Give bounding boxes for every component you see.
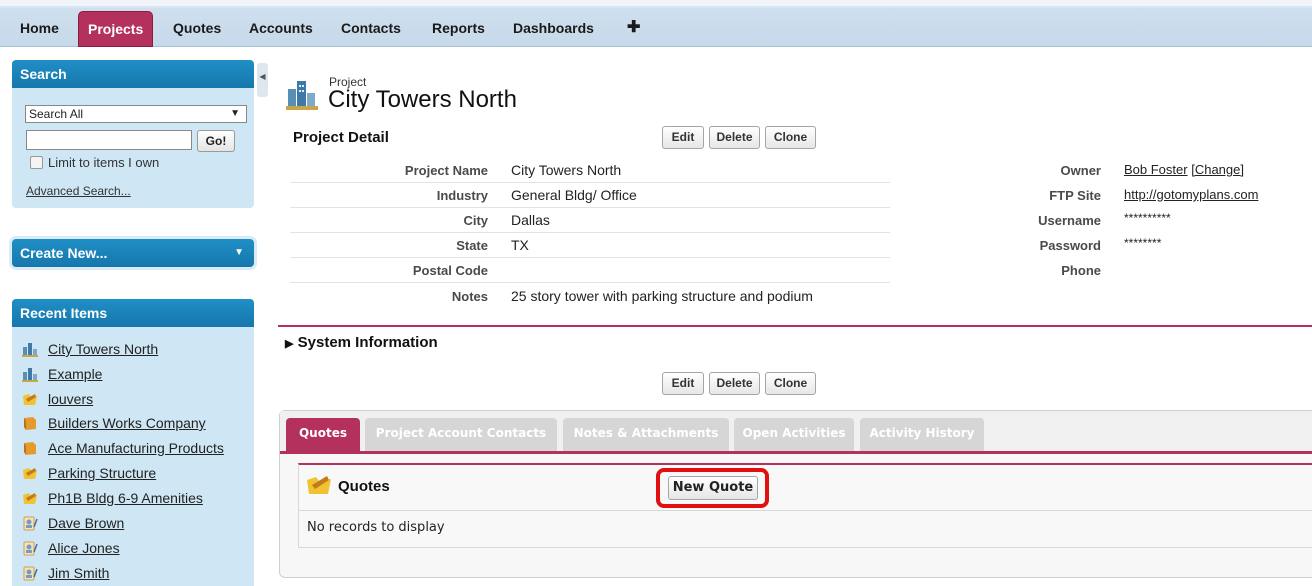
field-label: Industry — [436, 188, 488, 203]
notes-value: 25 story tower with parking structure an… — [511, 288, 813, 304]
quotes-list-title: Quotes — [338, 478, 390, 495]
quote-icon — [23, 468, 37, 479]
field-label: Postal Code — [412, 263, 488, 278]
project-icon — [22, 368, 38, 382]
field-label: Username — [1038, 213, 1101, 228]
limit-checkbox[interactable] — [30, 156, 43, 169]
contact-icon — [23, 541, 38, 556]
top-nav: Home Projects Quotes Accounts Contacts R… — [0, 0, 1312, 47]
recent-item-label: louvers — [48, 391, 94, 407]
recent-item-label: Alice Jones — [48, 540, 120, 556]
tab-activity-history[interactable]: Activity History — [860, 418, 984, 451]
tab-reports[interactable]: Reports — [424, 12, 493, 44]
search-scope-select[interactable]: Search All ▼ — [25, 105, 247, 123]
edit-button[interactable]: Edit — [662, 126, 704, 149]
quote-icon — [307, 476, 331, 494]
contact-icon — [23, 566, 38, 581]
field-divider — [290, 207, 890, 208]
tab-quotes-related[interactable]: Quotes — [286, 418, 360, 451]
recent-items-header: Recent Items — [12, 299, 254, 327]
field-label: FTP Site — [1049, 188, 1101, 203]
go-button[interactable]: Go! — [197, 130, 235, 152]
project-name-value: City Towers North — [511, 162, 622, 178]
chevron-down-icon: ▼ — [234, 247, 244, 258]
field-label: Password — [1039, 238, 1101, 253]
tab-dashboards[interactable]: Dashboards — [505, 12, 602, 44]
contact-icon — [23, 516, 38, 531]
highlight-box — [656, 468, 769, 508]
system-information-toggle[interactable]: ▶ System Information — [285, 334, 438, 351]
section-divider — [278, 325, 1312, 327]
owner-link[interactable]: Bob Foster — [1124, 162, 1188, 177]
state-value: TX — [511, 237, 529, 253]
empty-list-message: No records to display — [307, 520, 445, 535]
clone-button[interactable]: Clone — [765, 372, 816, 395]
project-icon — [22, 343, 38, 357]
tab-accounts[interactable]: Accounts — [241, 12, 321, 44]
page-title: City Towers North — [328, 86, 517, 113]
search-header: Search — [12, 60, 254, 88]
password-value: ******** — [1124, 236, 1162, 250]
quote-icon — [23, 493, 37, 504]
field-label: State — [456, 238, 488, 253]
limit-checkbox-label: Limit to items I own — [48, 155, 160, 170]
tab-projects[interactable]: Projects — [78, 11, 154, 47]
field-label: Notes — [451, 289, 488, 304]
username-value: ********** — [1124, 211, 1171, 225]
recent-item-label: Builders Works Company — [48, 415, 206, 431]
field-label: Phone — [1061, 263, 1101, 278]
tab-contacts[interactable]: Contacts — [333, 12, 409, 44]
recent-item-label: Dave Brown — [48, 515, 125, 531]
tab-home[interactable]: Home — [12, 12, 67, 44]
delete-button[interactable]: Delete — [709, 372, 760, 395]
recent-item-label: Jim Smith — [48, 565, 110, 581]
ftp-site-link[interactable]: http://gotomyplans.com — [1124, 187, 1258, 202]
system-information-label: System Information — [297, 334, 438, 351]
list-divider — [299, 510, 1312, 511]
field-divider — [290, 282, 890, 283]
tab-quotes[interactable]: Quotes — [165, 12, 229, 44]
project-detail-heading: Project Detail — [293, 129, 389, 146]
clone-button[interactable]: Clone — [765, 126, 816, 149]
search-input[interactable] — [26, 130, 192, 150]
recent-item-label: City Towers North — [48, 341, 159, 357]
delete-button[interactable]: Delete — [709, 126, 760, 149]
advanced-search-link[interactable]: Advanced Search... — [26, 184, 131, 198]
field-divider — [290, 257, 890, 258]
industry-value: General Bldg/ Office — [511, 187, 637, 203]
recent-item-label: Ace Manufacturing Products — [48, 440, 224, 456]
quotes-related-list — [298, 463, 1312, 548]
tab-open-activities[interactable]: Open Activities — [734, 418, 854, 451]
related-tab-underline — [280, 451, 1312, 454]
field-divider — [290, 182, 890, 183]
field-label: Owner — [1060, 163, 1101, 178]
field-label: City — [463, 213, 488, 228]
create-new-button[interactable]: Create New... ▼ — [12, 239, 254, 267]
create-new-label: Create New... — [20, 245, 108, 261]
search-scope-value: Search All — [29, 107, 84, 121]
sidebar-collapse-handle[interactable]: ◀ — [257, 63, 268, 97]
plus-icon[interactable]: ✚ — [619, 12, 648, 44]
tab-project-account-contacts[interactable]: Project Account Contacts — [365, 418, 557, 451]
city-value: Dallas — [511, 212, 550, 228]
owner-value: Bob Foster [Change] — [1124, 162, 1244, 177]
field-divider — [290, 232, 890, 233]
recent-item-label: Example — [48, 366, 103, 382]
recent-item-label: Parking Structure — [48, 465, 157, 481]
account-icon — [24, 417, 36, 430]
project-icon — [286, 81, 318, 110]
recent-item-label: Ph1B Bldg 6-9 Amenities — [48, 490, 203, 506]
account-icon — [24, 442, 36, 455]
dropdown-arrow-icon: ▼ — [230, 108, 240, 119]
change-owner-link[interactable]: [Change] — [1191, 162, 1244, 177]
edit-button[interactable]: Edit — [662, 372, 704, 395]
expand-triangle-icon: ▶ — [285, 338, 294, 350]
field-label: Project Name — [404, 163, 488, 178]
quote-icon — [23, 394, 37, 405]
tab-notes-attachments[interactable]: Notes & Attachments — [563, 418, 729, 451]
